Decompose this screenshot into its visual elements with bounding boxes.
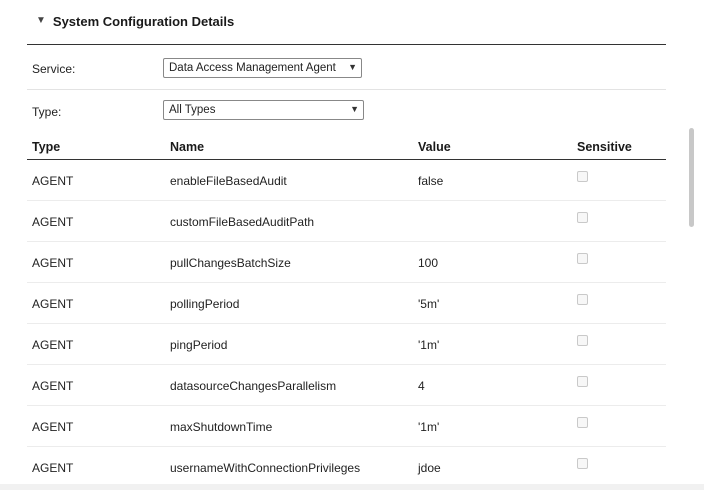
cell-name: pingPeriod <box>170 338 228 352</box>
cell-value: jdoe <box>418 461 441 475</box>
table-row: AGENT pollingPeriod '5m' <box>27 283 666 324</box>
sensitive-checkbox[interactable] <box>577 417 588 428</box>
cell-name: datasourceChangesParallelism <box>170 379 337 393</box>
cell-value: 4 <box>418 379 425 393</box>
cell-name: usernameWithConnectionPrivileges <box>170 461 361 475</box>
service-select[interactable]: Data Access Management Agent ▼ <box>163 58 362 78</box>
cell-name: pullChangesBatchSize <box>170 256 291 270</box>
cell-type: AGENT <box>32 379 74 393</box>
cell-type: AGENT <box>32 256 74 270</box>
system-configuration-panel: ▼ System Configuration Details Service: … <box>0 0 704 490</box>
cell-value: '1m' <box>418 338 440 352</box>
table-row: AGENT pullChangesBatchSize 100 <box>27 242 666 283</box>
cell-type: AGENT <box>32 215 74 229</box>
chevron-down-icon: ▼ <box>348 62 357 72</box>
sensitive-checkbox[interactable] <box>577 253 588 264</box>
sensitive-checkbox[interactable] <box>577 212 588 223</box>
cell-value: 100 <box>418 256 439 270</box>
cell-name: customFileBasedAuditPath <box>170 215 315 229</box>
type-select[interactable]: All Types ▼ <box>163 100 364 120</box>
cell-type: AGENT <box>32 420 74 434</box>
sensitive-checkbox[interactable] <box>577 458 588 469</box>
type-select-value: All Types <box>169 104 216 116</box>
type-label: Type: <box>32 105 62 119</box>
column-header-type: Type <box>32 140 61 154</box>
cell-name: maxShutdownTime <box>170 420 273 434</box>
cell-type: AGENT <box>32 174 74 188</box>
bottom-edge <box>0 484 704 490</box>
triangle-down-icon: ▼ <box>36 15 46 26</box>
table-row: AGENT usernameWithConnectionPrivileges j… <box>27 447 666 488</box>
service-label: Service: <box>32 62 76 76</box>
table-row: AGENT pingPeriod '1m' <box>27 324 666 365</box>
service-select-value: Data Access Management Agent <box>169 62 336 74</box>
column-header-name: Name <box>170 140 205 154</box>
sensitive-checkbox[interactable] <box>577 335 588 346</box>
vertical-scrollbar[interactable] <box>689 128 694 227</box>
section-title: System Configuration Details <box>52 13 235 29</box>
chevron-down-icon: ▼ <box>350 104 359 114</box>
form-divider <box>27 89 666 90</box>
cell-name: pollingPeriod <box>170 297 240 311</box>
cell-type: AGENT <box>32 461 74 475</box>
cell-value: false <box>418 174 444 188</box>
sensitive-checkbox[interactable] <box>577 171 588 182</box>
cell-value: '1m' <box>418 420 440 434</box>
cell-type: AGENT <box>32 297 74 311</box>
table-row: AGENT customFileBasedAuditPath <box>27 201 666 242</box>
column-header-value: Value <box>418 140 451 154</box>
sensitive-checkbox[interactable] <box>577 376 588 387</box>
section-divider <box>27 44 666 45</box>
cell-type: AGENT <box>32 338 74 352</box>
section-toggle[interactable]: ▼ System Configuration Details <box>36 12 234 30</box>
column-header-sensitive: Sensitive <box>577 140 632 154</box>
table-row: AGENT datasourceChangesParallelism 4 <box>27 365 666 406</box>
cell-value: '5m' <box>418 297 440 311</box>
cell-name: enableFileBasedAudit <box>170 174 287 188</box>
table-row: AGENT maxShutdownTime '1m' <box>27 406 666 447</box>
sensitive-checkbox[interactable] <box>577 294 588 305</box>
table-row: AGENT enableFileBasedAudit false <box>27 160 666 201</box>
